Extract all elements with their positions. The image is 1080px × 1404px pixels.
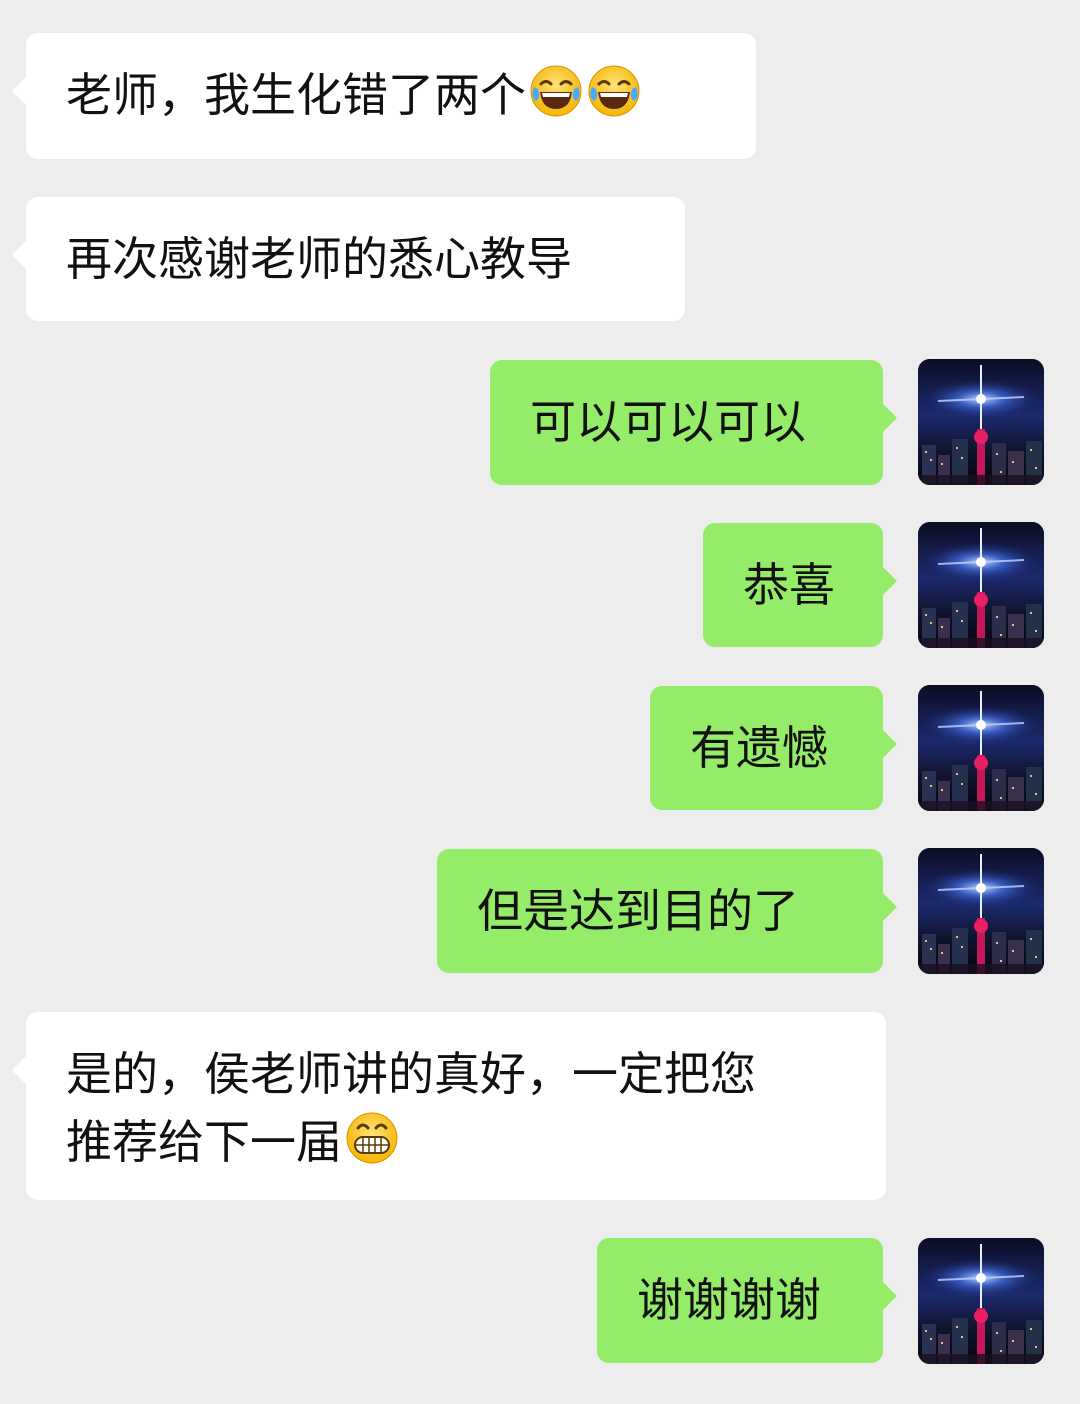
message-line-2: 推荐给下一届 (66, 1108, 846, 1176)
message-incoming-2[interactable]: 再次感谢老师的悉心教导 (12, 197, 685, 321)
message-text-line-2: 推荐给下一届 (66, 1115, 342, 1169)
user-avatar[interactable] (918, 1238, 1044, 1364)
message-text: 再次感谢老师的悉心教导 (66, 232, 572, 286)
message-text: 恭喜 (743, 558, 835, 612)
city-night-tower-icon (918, 522, 1044, 648)
message-incoming-1[interactable]: 老师，我生化错了两个 (12, 33, 756, 159)
tears-of-joy-icon (528, 63, 584, 119)
city-night-tower-icon (918, 685, 1044, 811)
message-outgoing-3[interactable]: 有遗憾 (650, 686, 897, 810)
user-avatar[interactable] (918, 522, 1044, 648)
message-outgoing-2[interactable]: 恭喜 (703, 523, 897, 647)
message-outgoing-1[interactable]: 可以可以可以 (490, 360, 897, 485)
message-text: 可以可以可以 (530, 395, 806, 449)
message-text: 有遗憾 (690, 721, 828, 775)
user-avatar[interactable] (918, 685, 1044, 811)
message-text-line-1: 是的，侯老师讲的真好，一定把您 (66, 1047, 756, 1101)
grinning-face-icon (344, 1110, 400, 1166)
city-night-tower-icon (918, 359, 1044, 485)
user-avatar[interactable] (918, 848, 1044, 974)
city-night-tower-icon (918, 1238, 1044, 1364)
tears-of-joy-icon (586, 63, 642, 119)
message-text: 谢谢谢谢 (637, 1273, 821, 1327)
city-night-tower-icon (918, 848, 1044, 974)
message-text: 但是达到目的了 (477, 884, 799, 938)
message-outgoing-4[interactable]: 但是达到目的了 (437, 849, 897, 973)
message-text: 老师，我生化错了两个 (66, 68, 526, 122)
message-incoming-3[interactable]: 是的，侯老师讲的真好，一定把您 推荐给下一届 (12, 1012, 886, 1200)
message-outgoing-5[interactable]: 谢谢谢谢 (597, 1238, 897, 1363)
user-avatar[interactable] (918, 359, 1044, 485)
